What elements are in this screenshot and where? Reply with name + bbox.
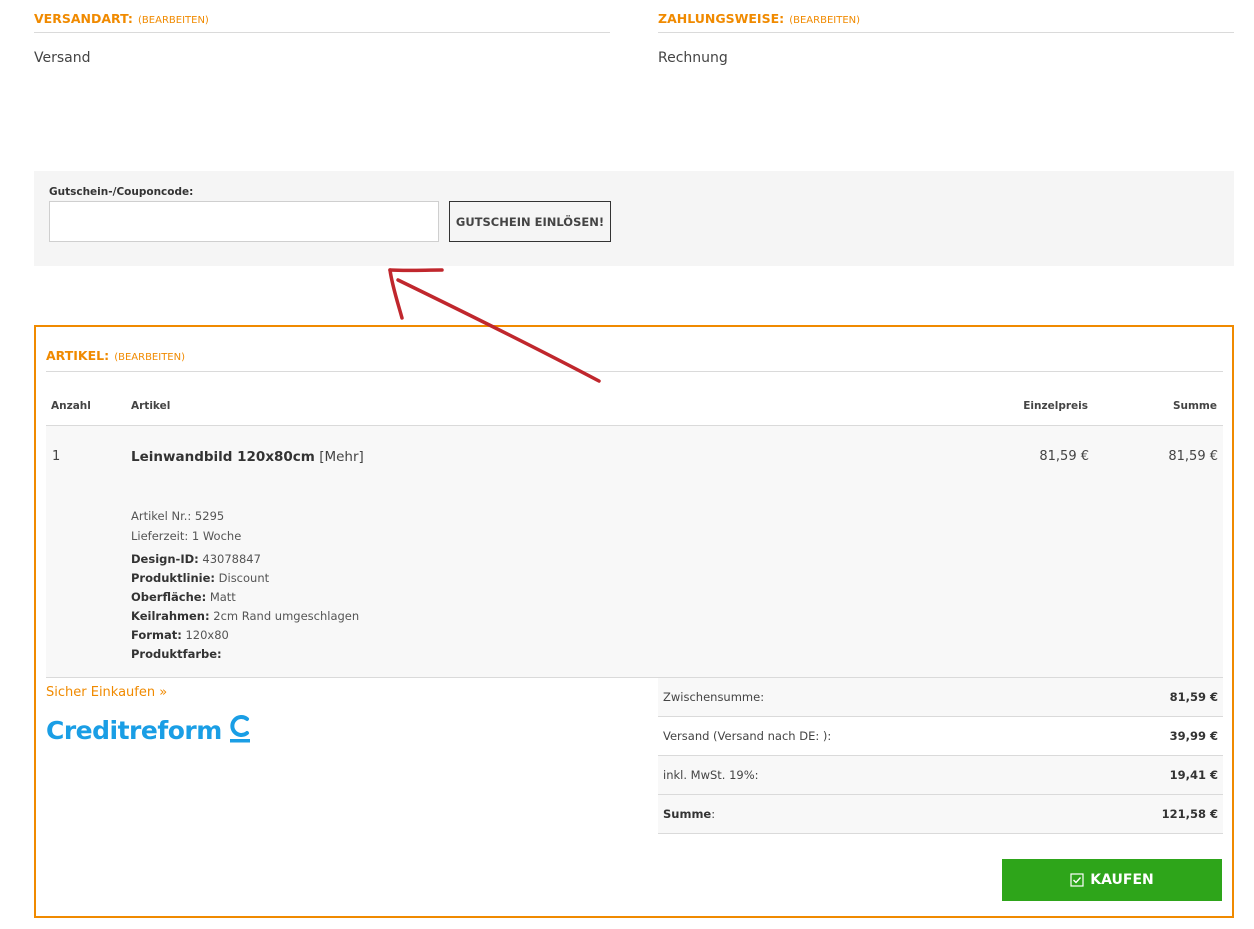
coupon-label: Gutschein-/Couponcode: <box>49 186 194 198</box>
shipping-value: Versand <box>34 50 91 66</box>
item-attributes: Design-ID: 43078847 Produktlinie: Discou… <box>131 550 359 664</box>
vat-label: inkl. MwSt. 19%: <box>663 768 759 782</box>
total-row: Summe: 121,58 € <box>658 795 1223 834</box>
total-value: 121,58 € <box>1161 807 1218 821</box>
attribute-key: Keilrahmen: <box>131 609 210 623</box>
attribute-row: Produktfarbe: <box>131 645 359 664</box>
total-label-text: Summe <box>663 807 712 821</box>
attribute-value: Discount <box>218 571 270 585</box>
item-meta: Artikel Nr.: 5295 Lieferzeit: 1 Woche <box>131 506 241 546</box>
shipping-section: VERSANDART: (BEARBEITEN) Versand <box>34 0 610 66</box>
payment-value: Rechnung <box>658 50 728 66</box>
shipping-edit-link[interactable]: (BEARBEITEN) <box>138 15 209 26</box>
articles-header: ARTIKEL: (BEARBEITEN) <box>46 345 1223 372</box>
attribute-value: 120x80 <box>185 628 229 642</box>
vat-row: inkl. MwSt. 19%: 19,41 € <box>658 756 1223 795</box>
attribute-row: Oberfläche: Matt <box>131 588 359 607</box>
attribute-value: Matt <box>209 590 236 604</box>
item-title: Leinwandbild 120x80cm [Mehr] <box>131 449 364 465</box>
column-header-unit-price: Einzelpreis <box>1023 400 1088 412</box>
payment-section: ZAHLUNGSWEISE: (BEARBEITEN) Rechnung <box>658 0 1234 66</box>
item-name: Leinwandbild 120x80cm <box>131 449 315 465</box>
articles-edit-link[interactable]: (BEARBEITEN) <box>114 352 185 363</box>
attribute-row: Produktlinie: Discount <box>131 569 359 588</box>
column-header-article: Artikel <box>131 400 171 412</box>
attribute-value: 2cm Rand umgeschlagen <box>213 609 360 623</box>
attribute-key: Oberfläche: <box>131 590 207 604</box>
creditreform-logo[interactable]: Creditreform <box>46 710 252 750</box>
item-unit-price: 81,59 € <box>1039 449 1089 464</box>
column-header-qty: Anzahl <box>51 400 91 412</box>
item-delivery-time: Lieferzeit: 1 Woche <box>131 529 242 543</box>
item-more-link[interactable]: [Mehr] <box>319 449 364 465</box>
total-label-suffix: : <box>711 807 716 821</box>
redeem-coupon-button[interactable]: GUTSCHEIN EINLÖSEN! <box>449 201 611 242</box>
coupon-box: Gutschein-/Couponcode: GUTSCHEIN EINLÖSE… <box>34 171 1234 266</box>
attribute-key: Produktfarbe: <box>131 647 222 661</box>
payment-header: ZAHLUNGSWEISE: (BEARBEITEN) <box>658 0 1234 33</box>
order-totals: Zwischensumme: 81,59 € Versand (Versand … <box>658 678 1223 834</box>
articles-section: ARTIKEL: (BEARBEITEN) Anzahl Artikel Ein… <box>34 325 1234 918</box>
attribute-key: Produktlinie: <box>131 571 215 585</box>
table-row: 1 Leinwandbild 120x80cm [Mehr] 81,59 € 8… <box>46 425 1223 678</box>
subtotal-row: Zwischensumme: 81,59 € <box>658 678 1223 717</box>
attribute-key: Format: <box>131 628 182 642</box>
creditreform-c-icon <box>229 715 250 743</box>
coupon-input[interactable] <box>49 201 439 242</box>
subtotal-label: Zwischensumme: <box>663 690 765 704</box>
payment-edit-link[interactable]: (BEARBEITEN) <box>789 15 860 26</box>
shipping-cost-row: Versand (Versand nach DE: ): 39,99 € <box>658 717 1223 756</box>
subtotal-value: 81,59 € <box>1169 690 1218 704</box>
shipping-label: VERSANDART: <box>34 11 133 26</box>
attribute-value: 43078847 <box>202 552 261 566</box>
creditreform-logo-text: Creditreform <box>46 715 222 745</box>
secure-shopping-link[interactable]: Sicher Einkaufen » <box>46 685 167 700</box>
payment-label: ZAHLUNGSWEISE: <box>658 11 785 26</box>
total-label: Summe: <box>663 807 715 821</box>
buy-button-label: KAUFEN <box>1090 872 1154 888</box>
item-qty: 1 <box>52 449 61 464</box>
attribute-row: Design-ID: 43078847 <box>131 550 359 569</box>
attribute-key: Design-ID: <box>131 552 199 566</box>
item-sum: 81,59 € <box>1168 449 1218 464</box>
attribute-row: Format: 120x80 <box>131 626 359 645</box>
column-header-sum: Summe <box>1172 400 1217 412</box>
articles-label: ARTIKEL: <box>46 348 110 363</box>
checkbox-check-icon <box>1070 873 1084 887</box>
vat-value: 19,41 € <box>1169 768 1218 782</box>
item-article-no: Artikel Nr.: 5295 <box>131 509 225 523</box>
shipping-cost-label: Versand (Versand nach DE: ): <box>663 729 832 743</box>
shipping-cost-value: 39,99 € <box>1169 729 1218 743</box>
buy-button[interactable]: KAUFEN <box>1002 859 1222 901</box>
attribute-row: Keilrahmen: 2cm Rand umgeschlagen <box>131 607 359 626</box>
shipping-header: VERSANDART: (BEARBEITEN) <box>34 0 610 33</box>
